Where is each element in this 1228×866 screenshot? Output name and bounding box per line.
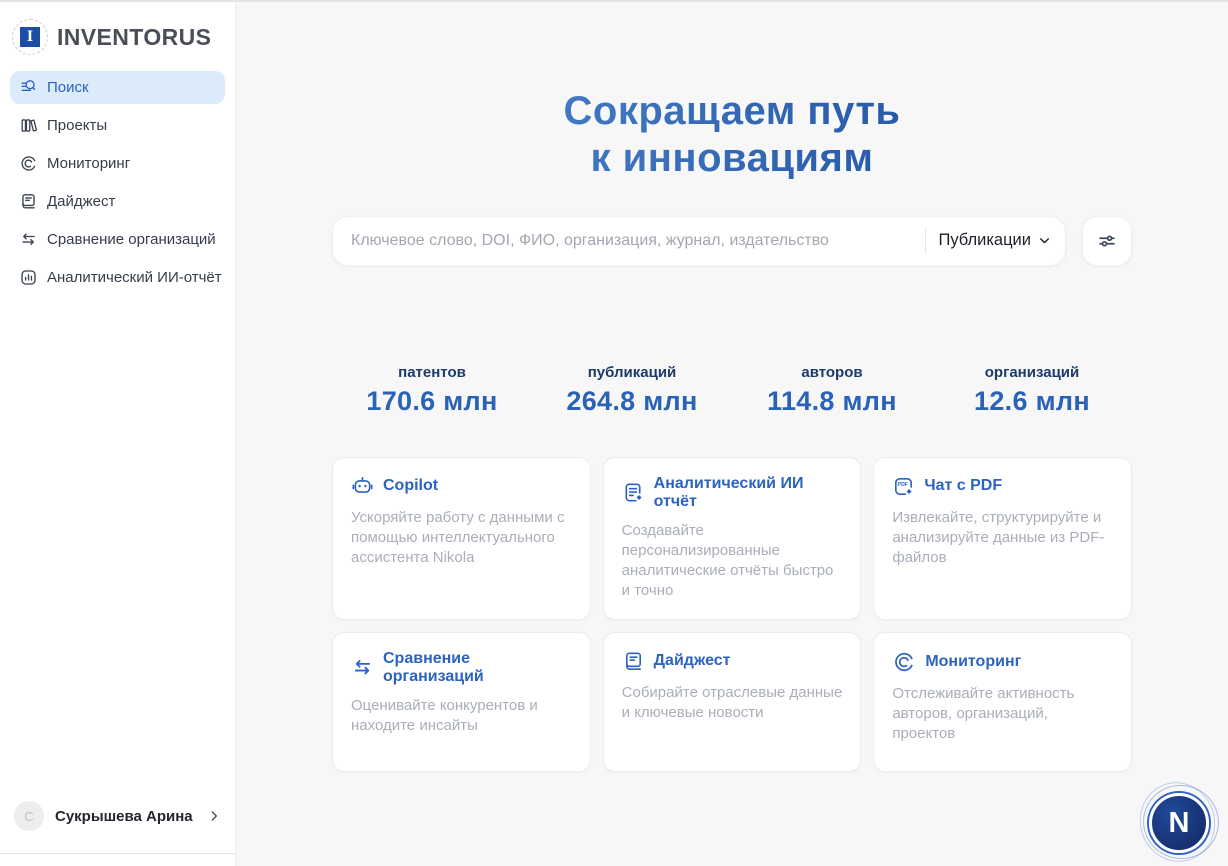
pdf-icon-text: PDF <box>898 481 908 487</box>
avatar: С <box>14 801 44 831</box>
page-title-line2: к инновациям <box>332 135 1132 182</box>
chevron-right-icon <box>207 809 221 823</box>
card-ai-report[interactable]: Аналитический ИИ отчёт Создавайте персон… <box>603 457 862 620</box>
sidebar-item-ai-report[interactable]: Аналитический ИИ-отчёт <box>10 261 225 294</box>
sidebar-item-label: Аналитический ИИ-отчёт <box>47 269 222 286</box>
sidebar-nav: Поиск Проекты Мониторинг Дайджест <box>0 71 235 294</box>
user-account[interactable]: С Сукрышева Арина <box>12 795 223 837</box>
feature-cards: Copilot Ускоряйте работу с данными с пом… <box>332 457 1132 772</box>
monitoring-swirl-icon <box>892 650 916 674</box>
card-title: Сравнение организаций <box>383 650 572 686</box>
card-description: Оценивайте конкурентов и находите инсайт… <box>351 696 572 737</box>
stat-publications: публикаций 264.8 млн <box>532 364 732 417</box>
search-row: Публикации <box>332 216 1132 266</box>
robot-icon <box>351 475 374 498</box>
card-title: Мониторинг <box>925 653 1021 671</box>
sidebar-item-label: Поиск <box>47 79 89 96</box>
stat-value: 114.8 млн <box>732 386 932 417</box>
app-logo[interactable]: I INVENTORUS <box>0 2 235 71</box>
card-description: Собирайте отраслевые данные и ключевые н… <box>622 683 843 724</box>
card-chat-pdf[interactable]: PDF Чат с PDF Извлекайте, структурируйте… <box>873 457 1132 620</box>
chevron-down-icon <box>1038 234 1051 247</box>
page-title-line1: Сокращаем путь <box>332 88 1132 135</box>
assistant-n-icon: N <box>1149 793 1209 853</box>
stat-value: 12.6 млн <box>932 386 1132 417</box>
card-monitoring[interactable]: Мониторинг Отслеживайте активность автор… <box>873 632 1132 772</box>
nikola-assistant-button[interactable]: N <box>1136 780 1222 866</box>
stat-value: 170.6 млн <box>332 386 532 417</box>
search-bar[interactable]: Публикации <box>332 216 1066 266</box>
page-title: Сокращаем путь к инновациям <box>332 88 1132 182</box>
card-description: Извлекайте, структурируйте и анализируйт… <box>892 508 1113 569</box>
card-description: Ускоряйте работу с данными с помощью инт… <box>351 508 572 569</box>
logo-icon: I <box>12 19 48 55</box>
compare-arrows-icon <box>19 230 38 249</box>
search-input[interactable] <box>351 232 912 250</box>
sidebar-item-label: Дайджест <box>47 193 115 210</box>
card-description: Отслеживайте активность авторов, организ… <box>892 684 1113 745</box>
sidebar-item-compare[interactable]: Сравнение организаций <box>10 223 225 256</box>
book-icon <box>19 192 38 211</box>
stat-authors: авторов 114.8 млн <box>732 364 932 417</box>
sidebar-item-search[interactable]: Поиск <box>10 71 225 104</box>
search-scope-dropdown[interactable]: Публикации <box>939 231 1052 250</box>
sidebar-item-monitoring[interactable]: Мониторинг <box>10 147 225 180</box>
sidebar-item-label: Мониторинг <box>47 155 130 172</box>
stats-row: патентов 170.6 млн публикаций 264.8 млн … <box>332 364 1132 417</box>
stat-patents: патентов 170.6 млн <box>332 364 532 417</box>
book-icon <box>622 650 645 673</box>
sidebar-item-label: Проекты <box>47 117 107 134</box>
search-filters-button[interactable] <box>1082 216 1132 266</box>
stat-value: 264.8 млн <box>532 386 732 417</box>
stat-organizations: организаций 12.6 млн <box>932 364 1132 417</box>
stat-label: публикаций <box>532 364 732 381</box>
books-icon <box>19 116 38 135</box>
card-title: Чат с PDF <box>924 477 1002 495</box>
sidebar-item-digest[interactable]: Дайджест <box>10 185 225 218</box>
monitoring-swirl-icon <box>19 154 38 173</box>
sidebar-divider <box>0 853 235 854</box>
search-scope-value: Публикации <box>939 231 1032 250</box>
card-copilot[interactable]: Copilot Ускоряйте работу с данными с пом… <box>332 457 591 620</box>
stat-label: организаций <box>932 364 1132 381</box>
stat-label: патентов <box>332 364 532 381</box>
card-description: Создавайте персонализированные аналитиче… <box>622 521 843 602</box>
search-divider <box>925 228 926 254</box>
card-title: Copilot <box>383 477 438 495</box>
pdf-icon: PDF <box>892 475 915 498</box>
card-digest[interactable]: Дайджест Собирайте отраслевые данные и к… <box>603 632 862 772</box>
compare-arrows-icon <box>351 656 374 679</box>
main-area: Сокращаем путь к инновациям Публикации <box>236 2 1228 866</box>
card-title: Аналитический ИИ отчёт <box>654 475 843 511</box>
document-report-icon <box>622 481 645 504</box>
logo-letter: I <box>20 27 40 47</box>
sidebar-item-projects[interactable]: Проекты <box>10 109 225 142</box>
app-name: INVENTORUS <box>57 24 211 51</box>
bar-chart-icon <box>19 268 38 287</box>
filter-sliders-icon <box>1096 230 1118 252</box>
stat-label: авторов <box>732 364 932 381</box>
sidebar: I INVENTORUS Поиск Проекты Мониторин <box>0 2 236 866</box>
sidebar-item-label: Сравнение организаций <box>47 231 216 248</box>
user-name: Сукрышева Арина <box>55 808 196 825</box>
search-icon <box>19 78 38 97</box>
card-title: Дайджест <box>654 652 731 670</box>
card-compare-organizations[interactable]: Сравнение организаций Оценивайте конкуре… <box>332 632 591 772</box>
